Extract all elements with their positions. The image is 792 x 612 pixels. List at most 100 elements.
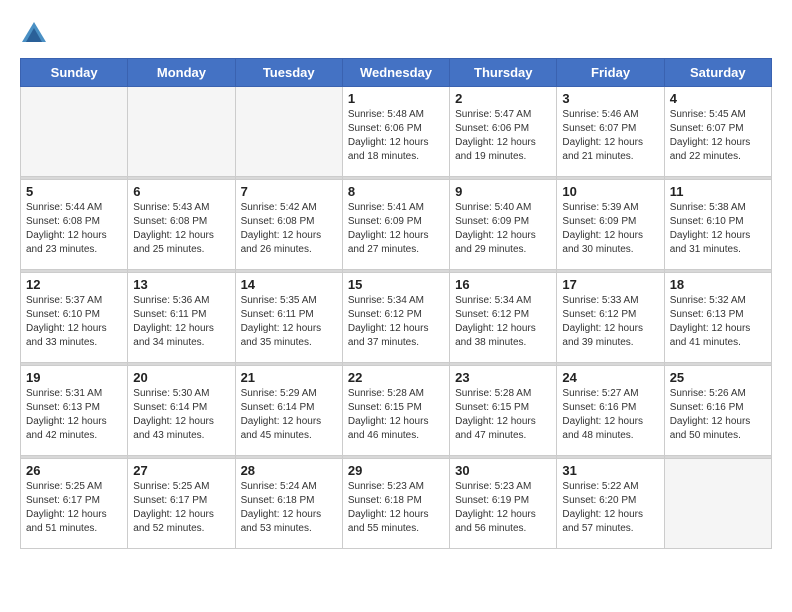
day-number: 19 bbox=[26, 370, 122, 385]
day-number: 25 bbox=[670, 370, 766, 385]
day-number: 5 bbox=[26, 184, 122, 199]
day-info: Sunrise: 5:35 AM Sunset: 6:11 PM Dayligh… bbox=[241, 294, 337, 350]
calendar-cell: 21 Sunrise: 5:29 AM Sunset: 6:14 PM Dayli… bbox=[235, 366, 342, 456]
weekday-header-thursday: Thursday bbox=[450, 59, 557, 87]
day-info: Sunrise: 5:22 AM Sunset: 6:20 PM Dayligh… bbox=[562, 480, 658, 536]
logo-icon bbox=[20, 20, 48, 48]
day-info: Sunrise: 5:24 AM Sunset: 6:18 PM Dayligh… bbox=[241, 480, 337, 536]
weekday-header-friday: Friday bbox=[557, 59, 664, 87]
day-number: 15 bbox=[348, 277, 444, 292]
week-row-1: 1Sunrise: 5:48 AM Sunset: 6:06 PM Daylig… bbox=[21, 87, 772, 177]
calendar-cell: 7 Sunrise: 5:42 AM Sunset: 6:08 PM Daylig… bbox=[235, 180, 342, 270]
day-number: 22 bbox=[348, 370, 444, 385]
week-row-2: 5Sunrise: 5:44 AM Sunset: 6:08 PM Daylig… bbox=[21, 180, 772, 270]
day-number: 16 bbox=[455, 277, 551, 292]
day-number: 6 bbox=[133, 184, 229, 199]
day-number: 31 bbox=[562, 463, 658, 478]
calendar-cell: 28 Sunrise: 5:24 AM Sunset: 6:18 PM Dayli… bbox=[235, 459, 342, 549]
day-number: 7 bbox=[241, 184, 337, 199]
calendar-cell: 9Sunrise: 5:40 AM Sunset: 6:09 PM Daylig… bbox=[450, 180, 557, 270]
day-info: Sunrise: 5:36 AM Sunset: 6:11 PM Dayligh… bbox=[133, 294, 229, 350]
day-info: Sunrise: 5:28 AM Sunset: 6:15 PM Dayligh… bbox=[455, 387, 551, 443]
calendar-cell: 11 Sunrise: 5:38 AM Sunset: 6:10 PM Dayli… bbox=[664, 180, 771, 270]
calendar-cell: 5Sunrise: 5:44 AM Sunset: 6:08 PM Daylig… bbox=[21, 180, 128, 270]
day-info: Sunrise: 5:34 AM Sunset: 6:12 PM Dayligh… bbox=[455, 294, 551, 350]
weekday-header-wednesday: Wednesday bbox=[342, 59, 449, 87]
week-row-5: 26 Sunrise: 5:25 AM Sunset: 6:17 PM Dayli… bbox=[21, 459, 772, 549]
day-number: 10 bbox=[562, 184, 658, 199]
calendar-cell bbox=[664, 459, 771, 549]
calendar-cell: 14 Sunrise: 5:35 AM Sunset: 6:11 PM Dayli… bbox=[235, 273, 342, 363]
day-info: Sunrise: 5:41 AM Sunset: 6:09 PM Dayligh… bbox=[348, 201, 444, 257]
day-number: 2 bbox=[455, 91, 551, 106]
day-info: Sunrise: 5:30 AM Sunset: 6:14 PM Dayligh… bbox=[133, 387, 229, 443]
day-info: Sunrise: 5:23 AM Sunset: 6:19 PM Dayligh… bbox=[455, 480, 551, 536]
logo bbox=[20, 20, 52, 48]
day-info: Sunrise: 5:38 AM Sunset: 6:10 PM Dayligh… bbox=[670, 201, 766, 257]
calendar-cell: 12 Sunrise: 5:37 AM Sunset: 6:10 PM Dayli… bbox=[21, 273, 128, 363]
day-number: 4 bbox=[670, 91, 766, 106]
week-row-3: 12 Sunrise: 5:37 AM Sunset: 6:10 PM Dayli… bbox=[21, 273, 772, 363]
day-number: 26 bbox=[26, 463, 122, 478]
day-number: 13 bbox=[133, 277, 229, 292]
calendar-cell bbox=[128, 87, 235, 177]
calendar-cell: 26 Sunrise: 5:25 AM Sunset: 6:17 PM Dayli… bbox=[21, 459, 128, 549]
calendar-table: SundayMondayTuesdayWednesdayThursdayFrid… bbox=[20, 58, 772, 549]
calendar-cell: 27 Sunrise: 5:25 AM Sunset: 6:17 PM Dayli… bbox=[128, 459, 235, 549]
day-info: Sunrise: 5:25 AM Sunset: 6:17 PM Dayligh… bbox=[26, 480, 122, 536]
day-info: Sunrise: 5:33 AM Sunset: 6:12 PM Dayligh… bbox=[562, 294, 658, 350]
day-number: 3 bbox=[562, 91, 658, 106]
day-info: Sunrise: 5:42 AM Sunset: 6:08 PM Dayligh… bbox=[241, 201, 337, 257]
day-info: Sunrise: 5:26 AM Sunset: 6:16 PM Dayligh… bbox=[670, 387, 766, 443]
day-number: 12 bbox=[26, 277, 122, 292]
day-number: 29 bbox=[348, 463, 444, 478]
day-info: Sunrise: 5:46 AM Sunset: 6:07 PM Dayligh… bbox=[562, 108, 658, 164]
calendar-cell: 31 Sunrise: 5:22 AM Sunset: 6:20 PM Dayli… bbox=[557, 459, 664, 549]
day-info: Sunrise: 5:34 AM Sunset: 6:12 PM Dayligh… bbox=[348, 294, 444, 350]
weekday-header-sunday: Sunday bbox=[21, 59, 128, 87]
calendar-cell: 23 Sunrise: 5:28 AM Sunset: 6:15 PM Dayli… bbox=[450, 366, 557, 456]
day-number: 23 bbox=[455, 370, 551, 385]
calendar-cell: 8 Sunrise: 5:41 AM Sunset: 6:09 PM Daylig… bbox=[342, 180, 449, 270]
day-number: 24 bbox=[562, 370, 658, 385]
day-number: 18 bbox=[670, 277, 766, 292]
calendar-cell: 6 Sunrise: 5:43 AM Sunset: 6:08 PM Daylig… bbox=[128, 180, 235, 270]
day-info: Sunrise: 5:31 AM Sunset: 6:13 PM Dayligh… bbox=[26, 387, 122, 443]
day-number: 17 bbox=[562, 277, 658, 292]
day-number: 21 bbox=[241, 370, 337, 385]
day-info: Sunrise: 5:43 AM Sunset: 6:08 PM Dayligh… bbox=[133, 201, 229, 257]
calendar-cell: 24 Sunrise: 5:27 AM Sunset: 6:16 PM Dayli… bbox=[557, 366, 664, 456]
calendar-cell: 19 Sunrise: 5:31 AM Sunset: 6:13 PM Dayli… bbox=[21, 366, 128, 456]
day-info: Sunrise: 5:39 AM Sunset: 6:09 PM Dayligh… bbox=[562, 201, 658, 257]
day-number: 20 bbox=[133, 370, 229, 385]
day-info: Sunrise: 5:48 AM Sunset: 6:06 PM Dayligh… bbox=[348, 108, 444, 164]
weekday-header-row: SundayMondayTuesdayWednesdayThursdayFrid… bbox=[21, 59, 772, 87]
day-info: Sunrise: 5:29 AM Sunset: 6:14 PM Dayligh… bbox=[241, 387, 337, 443]
calendar-cell: 4Sunrise: 5:45 AM Sunset: 6:07 PM Daylig… bbox=[664, 87, 771, 177]
day-number: 28 bbox=[241, 463, 337, 478]
page-header bbox=[20, 20, 772, 48]
day-number: 11 bbox=[670, 184, 766, 199]
week-row-4: 19 Sunrise: 5:31 AM Sunset: 6:13 PM Dayli… bbox=[21, 366, 772, 456]
weekday-header-saturday: Saturday bbox=[664, 59, 771, 87]
calendar-cell bbox=[235, 87, 342, 177]
calendar-cell: 16 Sunrise: 5:34 AM Sunset: 6:12 PM Dayli… bbox=[450, 273, 557, 363]
calendar-cell: 15 Sunrise: 5:34 AM Sunset: 6:12 PM Dayli… bbox=[342, 273, 449, 363]
calendar-cell: 30Sunrise: 5:23 AM Sunset: 6:19 PM Dayli… bbox=[450, 459, 557, 549]
calendar-cell: 3 Sunrise: 5:46 AM Sunset: 6:07 PM Daylig… bbox=[557, 87, 664, 177]
calendar-cell: 10 Sunrise: 5:39 AM Sunset: 6:09 PM Dayli… bbox=[557, 180, 664, 270]
day-number: 14 bbox=[241, 277, 337, 292]
day-number: 27 bbox=[133, 463, 229, 478]
calendar-cell: 2Sunrise: 5:47 AM Sunset: 6:06 PM Daylig… bbox=[450, 87, 557, 177]
day-number: 8 bbox=[348, 184, 444, 199]
weekday-header-monday: Monday bbox=[128, 59, 235, 87]
day-info: Sunrise: 5:32 AM Sunset: 6:13 PM Dayligh… bbox=[670, 294, 766, 350]
calendar-cell bbox=[21, 87, 128, 177]
day-info: Sunrise: 5:40 AM Sunset: 6:09 PM Dayligh… bbox=[455, 201, 551, 257]
day-info: Sunrise: 5:37 AM Sunset: 6:10 PM Dayligh… bbox=[26, 294, 122, 350]
day-info: Sunrise: 5:27 AM Sunset: 6:16 PM Dayligh… bbox=[562, 387, 658, 443]
calendar-cell: 22 Sunrise: 5:28 AM Sunset: 6:15 PM Dayli… bbox=[342, 366, 449, 456]
day-info: Sunrise: 5:28 AM Sunset: 6:15 PM Dayligh… bbox=[348, 387, 444, 443]
day-info: Sunrise: 5:25 AM Sunset: 6:17 PM Dayligh… bbox=[133, 480, 229, 536]
calendar-cell: 25 Sunrise: 5:26 AM Sunset: 6:16 PM Dayli… bbox=[664, 366, 771, 456]
